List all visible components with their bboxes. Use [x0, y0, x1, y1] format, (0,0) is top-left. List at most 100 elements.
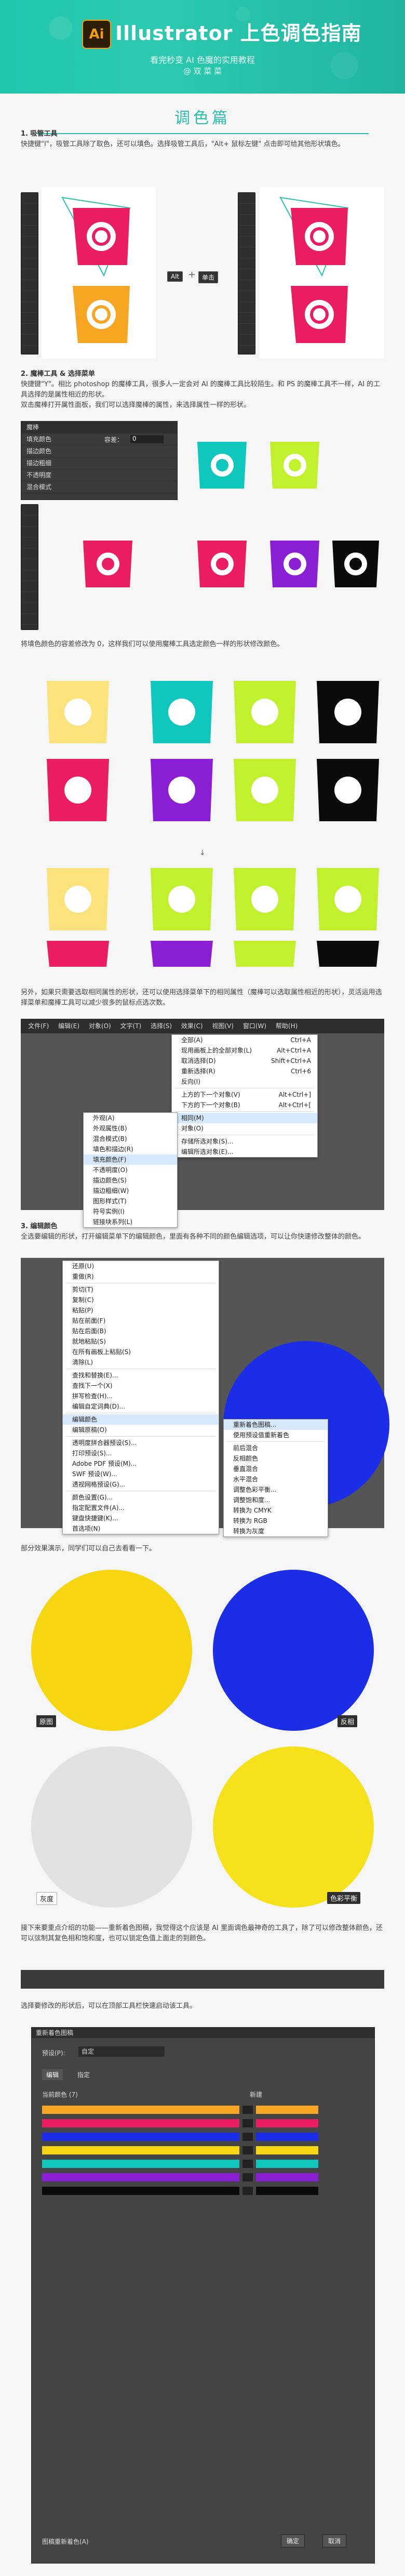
menu-help[interactable]: 帮助(H)	[276, 1022, 298, 1030]
step2-text: 2. 魔棒工具 & 选择菜单 快捷键"Y"。相比 photoshop 的魔棒工具…	[21, 369, 384, 411]
convert-rgb: 转换为 RGB	[233, 1517, 267, 1524]
edit-item-cut: 剪切(T)	[72, 1286, 93, 1293]
step3-text: 3. 编辑颜色 全选要编辑的形状，打开编辑菜单下的编辑颜色，里面有各种不同的颜色…	[21, 1221, 384, 1242]
edit-item-find: 查找和替换(E)...	[72, 1372, 118, 1379]
edit-menu[interactable]: 还原(U) 重做(R) 剪切(T) 复制(C) 粘贴(P) 贴在前面(F) 贴在…	[62, 1260, 219, 1534]
demo-balance	[213, 1746, 374, 1908]
demo-label-gray: 灰度	[36, 1892, 58, 1905]
menu-view[interactable]: 视图(V)	[212, 1022, 234, 1030]
step2-desc4: 另外，如果只需要选取相同属性的形状，还可以使用选择菜单下的相同属性（魔棒可以选取…	[21, 989, 382, 1007]
menu-object[interactable]: 对象(O)	[89, 1022, 111, 1030]
step2-color-grid-1	[83, 442, 379, 587]
recolor-preset: 使用预设值重新着色	[233, 1431, 290, 1439]
select-item-deselect: 取消选择(D) Shift+Ctrl+A	[181, 1057, 311, 1064]
step2-desc2: 双击魔棒打开属性面板，我们可以选择魔棒的属性，来选择属性一样的形状。	[21, 401, 251, 409]
recolor-artwork: 重新着色图稿...	[224, 1420, 328, 1430]
demo-gray	[31, 1746, 192, 1908]
step3-title: 3. 编辑颜色	[21, 1223, 58, 1230]
same-symbol: 符号实例(I)	[93, 1208, 125, 1215]
step1-canvas-before	[42, 187, 156, 359]
step2-desc3: 将填色颜色的容差修改为 0，这样我们可以使用魔棒工具选定颜色一样的形状修改颜色。	[21, 640, 284, 648]
tools-toolbar-step2[interactable]	[21, 504, 38, 630]
saturate: 调整饱和度...	[233, 1496, 271, 1504]
step1-canvas-after	[260, 187, 384, 359]
select-item-next-above: 上方的下一个对象(V) Alt+Ctrl+]	[181, 1091, 311, 1098]
step3-desc: 全选要编辑的形状，打开编辑菜单下的编辑颜色，里面有各种不同的颜色编辑选项，可以让…	[21, 1233, 366, 1241]
header-banner: Ai Illustrator 上色调色指南 看完秒变 AI 色魔的实用教程 @ …	[0, 0, 405, 94]
select-menu[interactable]: 全部(A) Ctrl+A 现用画板上的全部对象(L) Alt+Ctrl+A 取消选择…	[171, 1034, 318, 1158]
step1-shapes-after	[279, 196, 349, 343]
menu-edit[interactable]: 编辑(E)	[58, 1022, 79, 1030]
invert-colors: 反相颜色	[233, 1455, 259, 1462]
edit-item-copy: 复制(C)	[72, 1296, 94, 1304]
edit-item-redo: 重做(R)	[72, 1273, 94, 1280]
preset-select[interactable]: 自定	[78, 2046, 165, 2057]
recolor-window[interactable]: 重新着色图稿 预设(P): 自定 编辑 指定 当前颜色 (7) 新建 图稿重新着…	[31, 2027, 375, 2564]
top-toolbar[interactable]	[21, 1970, 384, 1989]
cancel-button[interactable]: 取消	[322, 2534, 347, 2547]
same-blend: 混合模式(B)	[93, 1135, 127, 1142]
convert-cmyk: 转换为 CMYK	[233, 1507, 272, 1514]
same-stroke-color: 描边颜色(S)	[93, 1177, 127, 1184]
tab-edit[interactable]: 编辑	[42, 2069, 63, 2080]
same-fill-stroke: 填色和描边(R)	[93, 1146, 133, 1153]
tab-assign[interactable]: 指定	[73, 2069, 95, 2080]
color-row[interactable]	[42, 2187, 318, 2195]
edit-item-perspective: 透视网格预设(G)...	[72, 1481, 126, 1488]
select-item-all: 全部(A) Ctrl+A	[181, 1036, 311, 1044]
menu-type[interactable]: 文字(T)	[120, 1022, 142, 1030]
menu-select[interactable]: 选择(S)	[151, 1022, 172, 1030]
edit-item-flattener: 透明度拼合器预设(S)...	[72, 1439, 137, 1447]
color-row[interactable]	[42, 2173, 318, 2181]
tools-toolbar-left[interactable]	[21, 192, 38, 354]
edit-item-spell: 拼写检查(H)...	[72, 1392, 113, 1400]
select-item-artboard: 现用画板上的全部对象(L) Alt+Ctrl+A	[181, 1047, 311, 1054]
blend-vertical: 垂直混合	[233, 1465, 259, 1473]
color-row[interactable]	[42, 2133, 318, 2141]
demo-label-invert: 反相	[338, 1715, 358, 1727]
edit-colors-submenu[interactable]: 重新着色图稿... 使用预设值重新着色 前后混合 反相颜色 垂直混合 水平混合 …	[223, 1419, 328, 1537]
select-item-next-below: 下方的下一个对象(B) Alt+Ctrl+[	[181, 1101, 311, 1109]
menu-effect[interactable]: 效果(C)	[181, 1022, 203, 1030]
same-graphic-style: 图形样式(T)	[93, 1198, 127, 1205]
same-opacity: 不透明度(O)	[93, 1166, 128, 1174]
step3-desc4: 选择要修改的形状后，可以在顶部工具栏快速启动该工具。	[21, 2002, 197, 2010]
menu-window[interactable]: 窗口(W)	[243, 1022, 266, 1030]
edit-item-preferences: 首选项(N)	[72, 1525, 101, 1532]
select-item-inverse: 反向(I)	[181, 1078, 200, 1085]
color-row[interactable]	[42, 2146, 318, 2154]
recolor-checkbox[interactable]: 图稿重新着色(A)	[42, 2537, 89, 2546]
plus-sign: +	[188, 269, 196, 280]
demo-invert	[213, 1570, 374, 1731]
edit-item-paste-all: 在所有画板上粘贴(S)	[72, 1348, 131, 1356]
same-submenu[interactable]: 外观(A) 外观属性(B) 混合模式(B) 填色和描边(R) 填充颜色(F) 不…	[83, 1112, 178, 1228]
same-appearance: 外观(A)	[93, 1114, 115, 1122]
step2-title: 2. 魔棒工具 & 选择菜单	[21, 370, 95, 378]
edit-item-paste-back: 贴在后面(B)	[72, 1328, 106, 1335]
step1-text: 1. 吸管工具 快捷键"I"，吸管工具除了取色，还可以填色。选择吸管工具后，"A…	[21, 129, 384, 150]
convert-grayscale: 转换为灰度	[233, 1528, 265, 1535]
color-row[interactable]	[42, 2119, 318, 2127]
edit-item-pdf: Adobe PDF 预设(M)...	[72, 1460, 137, 1467]
edit-item-shortcuts: 键盘快捷键(K)...	[72, 1515, 118, 1522]
page: Ai Illustrator 上色调色指南 看完秒变 AI 色魔的实用教程 @ …	[0, 0, 405, 2576]
ok-button[interactable]: 确定	[281, 2534, 305, 2547]
edit-item-profile: 指定配置文件(A)...	[72, 1504, 125, 1512]
svg-text:↓: ↓	[199, 849, 206, 857]
edit-item-edit-colors: 编辑颜色	[63, 1414, 219, 1425]
same-stroke-weight: 描边粗细(W)	[93, 1187, 129, 1194]
edit-item-print: 打印预设(S)...	[72, 1450, 112, 1457]
edit-item-color-settings: 颜色设置(G)...	[72, 1494, 113, 1501]
step2-desc: 快捷键"Y"。相比 photoshop 的魔棒工具，很多人一定会对 AI 的魔棒…	[21, 380, 381, 399]
color-row[interactable]	[42, 2106, 318, 2114]
page-subtitle: 看完秒变 AI 色魔的实用教程	[150, 55, 255, 65]
edit-item-dictionary: 编辑自定词典(D)...	[72, 1403, 126, 1410]
edit-item-find-next: 查找下一个(X)	[72, 1382, 113, 1389]
menu-file[interactable]: 文件(F)	[28, 1022, 49, 1030]
illustrator-logo: Ai	[82, 20, 111, 49]
color-row[interactable]	[42, 2160, 318, 2168]
tools-toolbar-right[interactable]	[238, 192, 255, 354]
demo-label-original: 原图	[36, 1715, 57, 1727]
select-menubar[interactable]: 文件(F) 编辑(E) 对象(O) 文字(T) 选择(S) 效果(C) 视图(V…	[21, 1019, 384, 1033]
step1-shapes-before	[61, 196, 131, 343]
